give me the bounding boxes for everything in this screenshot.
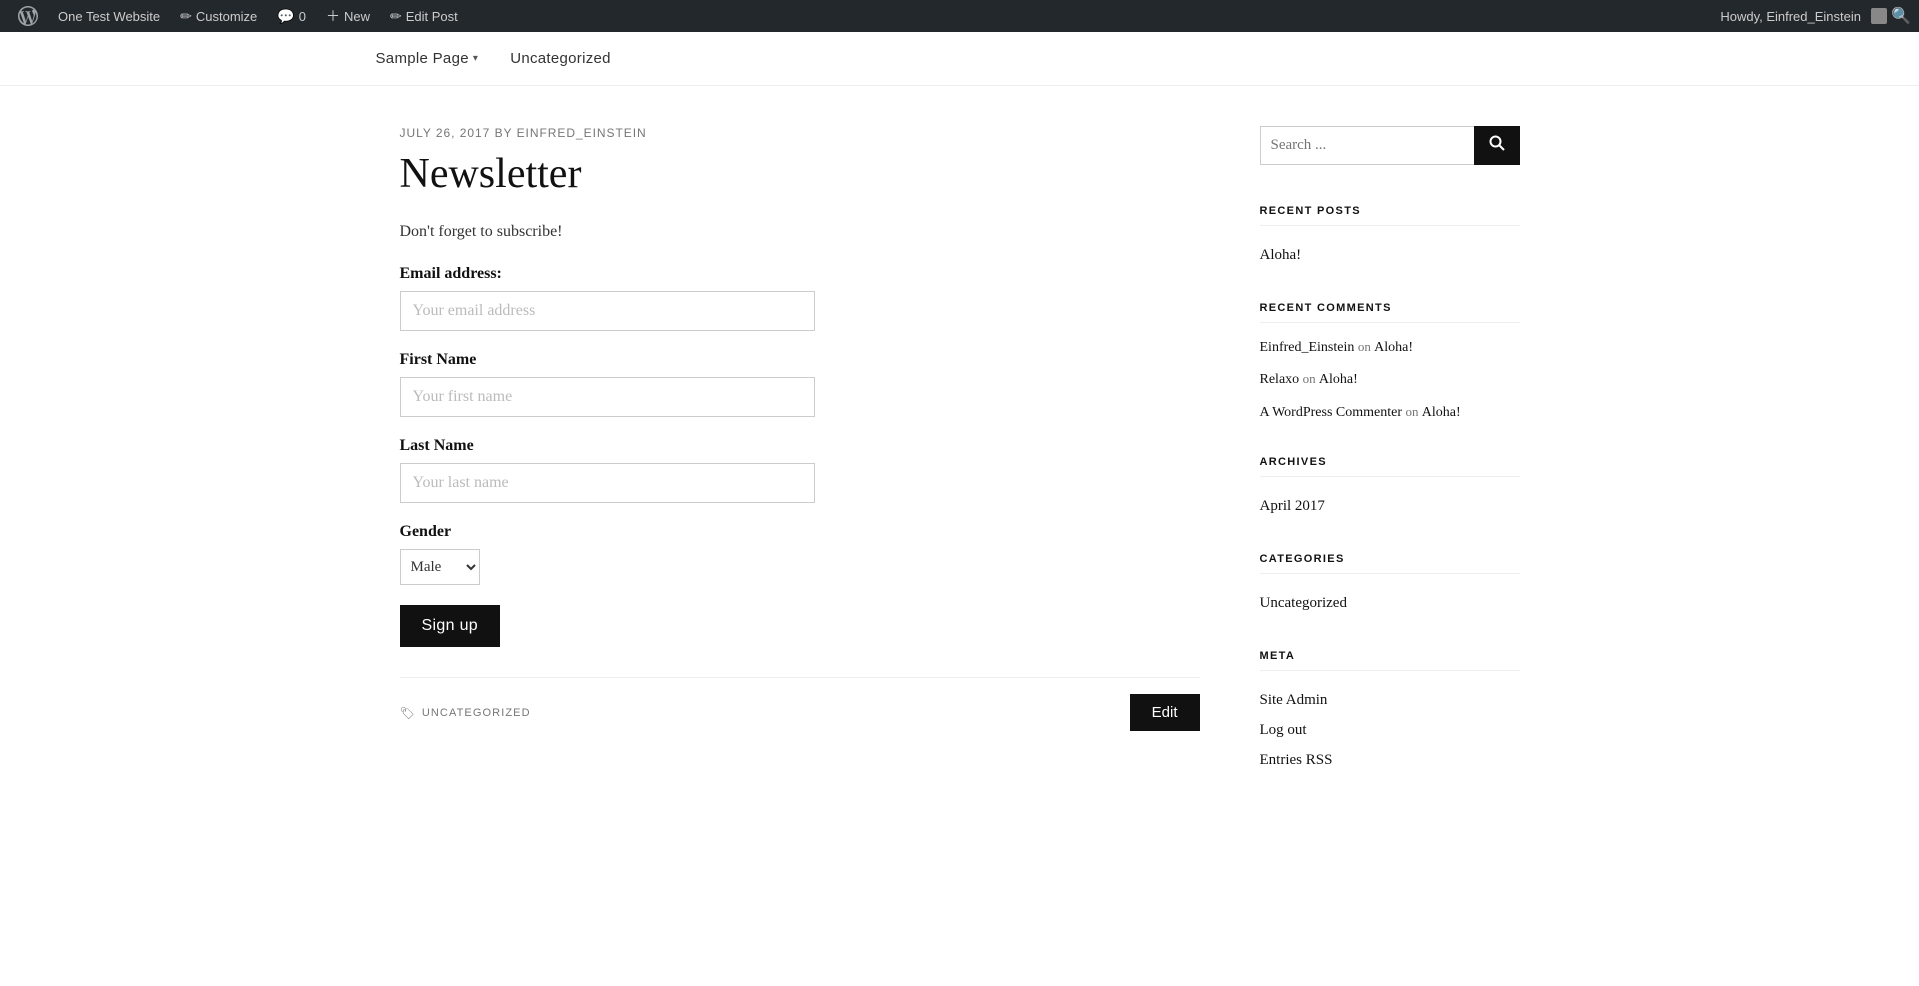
first-name-form-group: First Name xyxy=(400,351,1200,417)
comment-author-0[interactable]: Einfred_Einstein xyxy=(1260,340,1355,355)
sidebar-recent-posts: RECENT POSTS Aloha! xyxy=(1260,205,1520,270)
adminbar-search-icon[interactable]: 🔍 xyxy=(1891,6,1911,26)
meta-item-1[interactable]: Log out xyxy=(1260,715,1520,745)
adminbar-comments[interactable]: 💬 0 xyxy=(267,0,316,32)
post-title: Newsletter xyxy=(400,150,1200,198)
adminbar-new-label: New xyxy=(344,9,370,24)
adminbar-customize[interactable]: ✏ Customize xyxy=(170,0,267,32)
comment-item-0: Einfred_Einstein on Aloha! xyxy=(1260,337,1520,359)
post-footer: 🏷 UNCATEGORIZED Edit xyxy=(400,677,1200,731)
comment-post-0[interactable]: Aloha! xyxy=(1374,340,1413,355)
recent-comments-title: RECENT COMMENTS xyxy=(1260,302,1520,323)
comment-post-2[interactable]: Aloha! xyxy=(1422,405,1461,420)
adminbar-comments-count: 0 xyxy=(299,9,306,24)
comment-on-1: on xyxy=(1303,371,1319,386)
content-area: JULY 26, 2017 BY EINFRED_EINSTEIN Newsle… xyxy=(400,126,1200,807)
adminbar-customize-label: Customize xyxy=(196,9,257,24)
last-name-form-group: Last Name xyxy=(400,437,1200,503)
category-icon: 🏷 xyxy=(400,706,416,720)
archives-title: ARCHIVES xyxy=(1260,456,1520,477)
comment-author-1[interactable]: Relaxo xyxy=(1260,372,1300,387)
post-content: Don't forget to subscribe! Email address… xyxy=(400,218,1200,647)
chevron-down-icon: ▾ xyxy=(473,53,478,64)
post-date: JULY 26, 2017 xyxy=(400,126,491,140)
post-author[interactable]: EINFRED_EINSTEIN xyxy=(517,126,647,140)
sidebar-search xyxy=(1260,126,1520,165)
comment-item-2: A WordPress Commenter on Aloha! xyxy=(1260,402,1520,424)
adminbar-howdy: Howdy, Einfred_Einstein xyxy=(1714,9,1867,24)
meta-title: META xyxy=(1260,650,1520,671)
comment-post-1[interactable]: Aloha! xyxy=(1319,372,1358,387)
recent-post-item-0[interactable]: Aloha! xyxy=(1260,240,1520,270)
archive-item-0[interactable]: April 2017 xyxy=(1260,491,1520,521)
edit-button[interactable]: Edit xyxy=(1130,694,1200,731)
sidebar-archives: ARCHIVES April 2017 xyxy=(1260,456,1520,521)
categories-title: CATEGORIES xyxy=(1260,553,1520,574)
gender-select[interactable]: Male Female xyxy=(400,549,480,585)
email-input[interactable] xyxy=(400,291,815,331)
sidebar-search-input[interactable] xyxy=(1260,126,1474,165)
adminbar-edit-post-label: Edit Post xyxy=(406,9,458,24)
post-description: Don't forget to subscribe! xyxy=(400,218,1200,245)
email-label: Email address: xyxy=(400,265,1200,283)
main-wrapper: JULY 26, 2017 BY EINFRED_EINSTEIN Newsle… xyxy=(360,86,1560,867)
comment-on-2: on xyxy=(1406,404,1422,419)
nav-item-uncategorized[interactable]: Uncategorized xyxy=(494,32,627,85)
site-nav: Sample Page ▾ Uncategorized xyxy=(0,32,1919,86)
nav-item-sample-page[interactable]: Sample Page ▾ xyxy=(360,32,495,85)
email-form-group: Email address: xyxy=(400,265,1200,331)
adminbar-new[interactable]: ＋ New xyxy=(316,0,380,32)
comment-author-2[interactable]: A WordPress Commenter xyxy=(1260,405,1403,420)
adminbar-avatar xyxy=(1871,8,1887,24)
first-name-input[interactable] xyxy=(400,377,815,417)
adminbar-wp-logo[interactable] xyxy=(8,0,48,32)
signup-button[interactable]: Sign up xyxy=(400,605,501,647)
category-item-0[interactable]: Uncategorized xyxy=(1260,588,1520,618)
first-name-label: First Name xyxy=(400,351,1200,369)
sidebar-categories: CATEGORIES Uncategorized xyxy=(1260,553,1520,618)
gender-form-group: Gender Male Female xyxy=(400,523,1200,585)
sidebar-recent-comments: RECENT COMMENTS Einfred_Einstein on Aloh… xyxy=(1260,302,1520,424)
category-label: UNCATEGORIZED xyxy=(422,707,531,719)
adminbar-edit-post[interactable]: ✏ Edit Post xyxy=(380,0,468,32)
sidebar-search-button[interactable] xyxy=(1474,126,1520,165)
adminbar-site-name[interactable]: One Test Website xyxy=(48,0,170,32)
gender-label: Gender xyxy=(400,523,1200,541)
sidebar: RECENT POSTS Aloha! RECENT COMMENTS Einf… xyxy=(1260,126,1520,807)
admin-bar: One Test Website ✏ Customize 💬 0 ＋ New ✏… xyxy=(0,0,1919,32)
sidebar-meta: META Site Admin Log out Entries RSS xyxy=(1260,650,1520,775)
adminbar-site-label: One Test Website xyxy=(58,9,160,24)
post-categories: 🏷 UNCATEGORIZED xyxy=(400,706,531,720)
comment-on-0: on xyxy=(1358,339,1374,354)
post-meta: JULY 26, 2017 BY EINFRED_EINSTEIN xyxy=(400,126,1200,140)
comment-item-1: Relaxo on Aloha! xyxy=(1260,369,1520,391)
meta-item-2[interactable]: Entries RSS xyxy=(1260,745,1520,775)
recent-posts-title: RECENT POSTS xyxy=(1260,205,1520,226)
last-name-input[interactable] xyxy=(400,463,815,503)
meta-item-0[interactable]: Site Admin xyxy=(1260,685,1520,715)
last-name-label: Last Name xyxy=(400,437,1200,455)
